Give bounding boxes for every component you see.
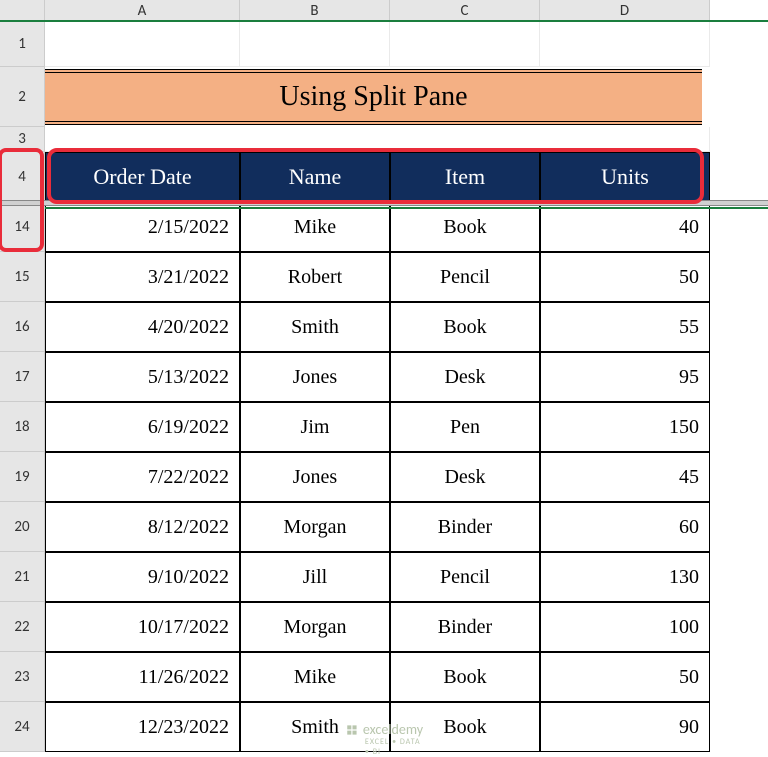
cell-name[interactable]: Jill — [240, 552, 390, 602]
selection-line-top — [0, 20, 768, 22]
cell-units[interactable]: 50 — [540, 652, 710, 702]
cell-units[interactable]: 100 — [540, 602, 710, 652]
cell-item[interactable]: Pencil — [390, 552, 540, 602]
cell-name[interactable]: Robert — [240, 252, 390, 302]
cell-units[interactable]: 90 — [540, 702, 710, 752]
cell-units[interactable]: 130 — [540, 552, 710, 602]
cell-date[interactable]: 7/22/2022 — [45, 452, 240, 502]
row-header-24[interactable]: 24 — [0, 702, 45, 752]
cell-item[interactable]: Binder — [390, 502, 540, 552]
row-header-21[interactable]: 21 — [0, 552, 45, 602]
cell-item[interactable]: Book — [390, 302, 540, 352]
cell-name[interactable]: Mike — [240, 202, 390, 252]
cell-item[interactable]: Book — [390, 652, 540, 702]
cell-name[interactable]: Jones — [240, 452, 390, 502]
row-header-14[interactable]: 14 — [0, 202, 45, 252]
th-units[interactable]: Units — [540, 152, 710, 202]
cell-date[interactable]: 5/13/2022 — [45, 352, 240, 402]
row-header-20[interactable]: 20 — [0, 502, 45, 552]
row-header-17[interactable]: 17 — [0, 352, 45, 402]
cell-date[interactable]: 4/20/2022 — [45, 302, 240, 352]
cell[interactable] — [540, 22, 710, 67]
cell-item[interactable]: Pen — [390, 402, 540, 452]
row-header-23[interactable]: 23 — [0, 652, 45, 702]
cell-units[interactable]: 60 — [540, 502, 710, 552]
col-header-c[interactable]: C — [390, 0, 540, 22]
row-header-3[interactable]: 3 — [0, 127, 45, 152]
cell[interactable] — [45, 127, 710, 152]
cell-name[interactable]: Smith — [240, 302, 390, 352]
cell-date[interactable]: 9/10/2022 — [45, 552, 240, 602]
watermark-tagline: EXCEL • DATA • BI — [365, 737, 423, 757]
col-header-b[interactable]: B — [240, 0, 390, 22]
cell-date[interactable]: 3/21/2022 — [45, 252, 240, 302]
th-name[interactable]: Name — [240, 152, 390, 202]
table-header-row: Order Date Name Item Units — [45, 152, 710, 202]
col-header-d[interactable]: D — [540, 0, 710, 22]
cell-name[interactable]: Jim — [240, 402, 390, 452]
cell-date[interactable]: 8/12/2022 — [45, 502, 240, 552]
col-header-a[interactable]: A — [45, 0, 240, 22]
cell-date[interactable]: 11/26/2022 — [45, 652, 240, 702]
row-header-22[interactable]: 22 — [0, 602, 45, 652]
cell-units[interactable]: 50 — [540, 252, 710, 302]
watermark: exceldemy EXCEL • DATA • BI — [345, 721, 423, 738]
cell-item[interactable]: Binder — [390, 602, 540, 652]
row-header-4[interactable]: 4 — [0, 152, 45, 202]
cell-units[interactable]: 45 — [540, 452, 710, 502]
row-header-18[interactable]: 18 — [0, 402, 45, 452]
select-all-corner[interactable] — [0, 0, 45, 22]
title-cell[interactable]: Using Split Pane — [45, 69, 702, 125]
cell-units[interactable]: 150 — [540, 402, 710, 452]
cell-units[interactable]: 95 — [540, 352, 710, 402]
row-header-2[interactable]: 2 — [0, 67, 45, 127]
cell[interactable] — [390, 22, 540, 67]
spreadsheet-grid: A B C D 1 2 Using Split Pane 3 4 Order D… — [0, 0, 768, 752]
split-pane-divider[interactable] — [0, 200, 768, 206]
cell[interactable] — [240, 22, 390, 67]
selection-line-below — [45, 207, 768, 209]
cell-date[interactable]: 2/15/2022 — [45, 202, 240, 252]
cell-date[interactable]: 12/23/2022 — [45, 702, 240, 752]
cell-item[interactable]: Desk — [390, 452, 540, 502]
cell-name[interactable]: Morgan — [240, 502, 390, 552]
row-header-15[interactable]: 15 — [0, 252, 45, 302]
cell-item[interactable]: Pencil — [390, 252, 540, 302]
th-order-date[interactable]: Order Date — [45, 152, 240, 202]
cell-units[interactable]: 40 — [540, 202, 710, 252]
cell-date[interactable]: 6/19/2022 — [45, 402, 240, 452]
cell-date[interactable]: 10/17/2022 — [45, 602, 240, 652]
row-header-16[interactable]: 16 — [0, 302, 45, 352]
cell-item[interactable]: Book — [390, 202, 540, 252]
cell-units[interactable]: 55 — [540, 302, 710, 352]
watermark-text: exceldemy — [363, 721, 423, 738]
cell-name[interactable]: Mike — [240, 652, 390, 702]
cell-name[interactable]: Jones — [240, 352, 390, 402]
row-header-1[interactable]: 1 — [0, 22, 45, 67]
cell-name[interactable]: Morgan — [240, 602, 390, 652]
watermark-icon — [345, 723, 359, 737]
cell[interactable] — [45, 22, 240, 67]
cell-item[interactable]: Desk — [390, 352, 540, 402]
row-header-19[interactable]: 19 — [0, 452, 45, 502]
th-item[interactable]: Item — [390, 152, 540, 202]
